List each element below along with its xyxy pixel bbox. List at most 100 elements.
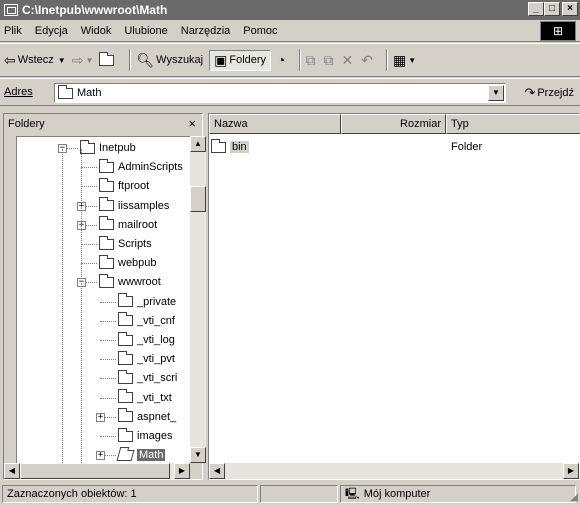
tree-node-label: iissamples [118,199,170,212]
explorer-window-icon[interactable] [4,4,18,16]
scroll-right-button[interactable]: ▶ [563,463,579,479]
folder-icon [99,158,114,173]
tree-connector [81,244,97,245]
folder-icon [99,177,114,192]
tree-node[interactable]: ftproot [99,177,149,195]
folder-icon [118,369,133,384]
tree-node[interactable]: Math [116,446,166,463]
back-arrow-icon: ⇦ [4,51,16,68]
move-to-button[interactable]: ⧉ [306,52,318,69]
undo-icon: ↶ [361,51,373,68]
forward-button[interactable]: ⇨ ▼ [72,52,94,69]
tree-node-label: wwwroot [118,276,161,289]
window-controls: _ □ × [528,2,578,16]
tree-node-label: _vti_txt [137,391,172,404]
address-dropdown-button[interactable]: ▼ [488,85,504,101]
tree-node-label: AdminScripts [118,161,183,174]
tree-node[interactable]: _vti_cnf [118,312,175,330]
tree-node[interactable]: _vti_txt [118,389,172,407]
address-label: Adres [4,86,33,98]
scroll-right-button[interactable]: ▶ [174,463,190,479]
tree-node-label: _vti_log [137,334,175,346]
search-button[interactable]: 🔍︎ Wyszukaj [136,52,203,69]
go-button[interactable]: ↷ Przejdź [524,85,574,101]
back-dropdown-icon[interactable]: ▼ [58,56,66,65]
menu-help[interactable]: Pomoc [243,25,277,37]
folder-icon [118,408,133,423]
tree-node[interactable]: _private [118,293,176,311]
tree-node[interactable]: _vti_scri [118,369,177,387]
scroll-left-button[interactable]: ◀ [209,463,225,479]
folder-icon [99,273,114,288]
tree-node[interactable]: iissamples [99,197,169,215]
expand-icon[interactable]: + [96,451,105,461]
column-header-size-label: Rozmiar [400,118,441,130]
horizontal-scroll-thumb[interactable] [20,463,170,479]
menu-view[interactable]: Widok [81,25,112,37]
address-input[interactable]: Math ▼ [54,83,506,103]
close-button[interactable]: × [562,2,578,16]
column-headers: Nazwa Rozmiar Typ [209,114,580,134]
history-button[interactable]: ◔ [277,52,287,68]
column-header-type[interactable]: Typ [446,114,580,134]
column-header-name[interactable]: Nazwa [209,114,341,134]
tree-node-label: ftproot [118,180,150,193]
expand-icon[interactable]: + [96,412,105,422]
tree-node[interactable]: webpub [99,254,157,272]
folder-tree-horizontal-scrollbar[interactable]: ◀ ▶ [4,463,190,479]
tree-connector [81,263,97,265]
tree-node[interactable]: _vti_log [118,331,175,349]
toolbar-separator [298,49,301,71]
delete-icon: ✕ [341,51,354,68]
toolbar-separator [385,49,388,71]
tree-node-label: images [137,430,173,442]
close-folders-pane-icon[interactable]: × [188,116,196,131]
folders-button[interactable]: ▣ Foldery [209,49,272,71]
back-button[interactable]: ⇦ Wstecz ▼ [4,52,66,69]
delete-button[interactable]: ✕ [342,52,356,69]
tree-connector [100,436,116,437]
tree-node[interactable]: Inetpub [80,139,136,157]
tree-node[interactable]: wwwroot [99,273,161,291]
tree-node[interactable]: mailroot [99,216,157,234]
tree-node[interactable]: AdminScripts [99,158,183,176]
tree-node[interactable]: images [118,427,172,445]
scroll-down-button[interactable]: ▼ [190,447,206,463]
tree-node-label: _private [137,295,177,308]
scroll-up-button[interactable]: ▲ [190,136,206,152]
resize-grip-icon[interactable]: ◢ [570,492,578,503]
minimize-button[interactable]: _ [528,2,544,16]
up-folder-button[interactable] [99,51,118,66]
scroll-left-button[interactable]: ◀ [4,463,20,479]
menu-edit[interactable]: Edycja [35,25,68,37]
copy-to-button[interactable]: ⧉ [324,52,336,69]
folder-icon [99,216,114,231]
file-list-horizontal-scrollbar[interactable]: ◀ ▶ [209,463,579,479]
file-row[interactable]: bin Folder [211,138,580,156]
folder-icon [118,331,133,346]
up-folder-icon [99,51,115,66]
undo-button[interactable]: ↶ [361,52,375,69]
menu-tools[interactable]: Narzędzia [181,25,231,37]
forward-dropdown-icon: ▼ [85,55,94,65]
folder-icon [116,449,135,461]
menu-favorites[interactable]: Ulubione [124,25,167,37]
tree-node[interactable]: _vti_pvt [118,350,175,368]
tree-node[interactable]: Scripts [99,235,152,253]
status-empty-cell [260,485,338,503]
tree-connector [100,320,116,322]
tree-node[interactable]: aspnet_ [118,408,176,426]
scroll-thumb[interactable] [190,186,206,212]
move-to-icon: ⧉ [305,51,316,68]
maximize-button[interactable]: □ [544,2,560,16]
views-icon: ▦ [392,51,407,68]
menu-file[interactable]: Plik [4,25,22,37]
search-label: Wyszukaj [156,54,204,66]
tree-connector [100,397,116,399]
column-header-size[interactable]: Rozmiar [341,114,446,134]
tree-connector [100,359,116,361]
address-bar: Adres Math ▼ ↷ Przejdź [0,78,580,106]
views-button[interactable]: ▦ ▼ [393,52,416,69]
folder-tree-vertical-scrollbar[interactable]: ▲ ▼ [190,136,206,463]
file-list-pane: Nazwa Rozmiar Typ bin Folder ◀ ▶ [208,113,580,480]
